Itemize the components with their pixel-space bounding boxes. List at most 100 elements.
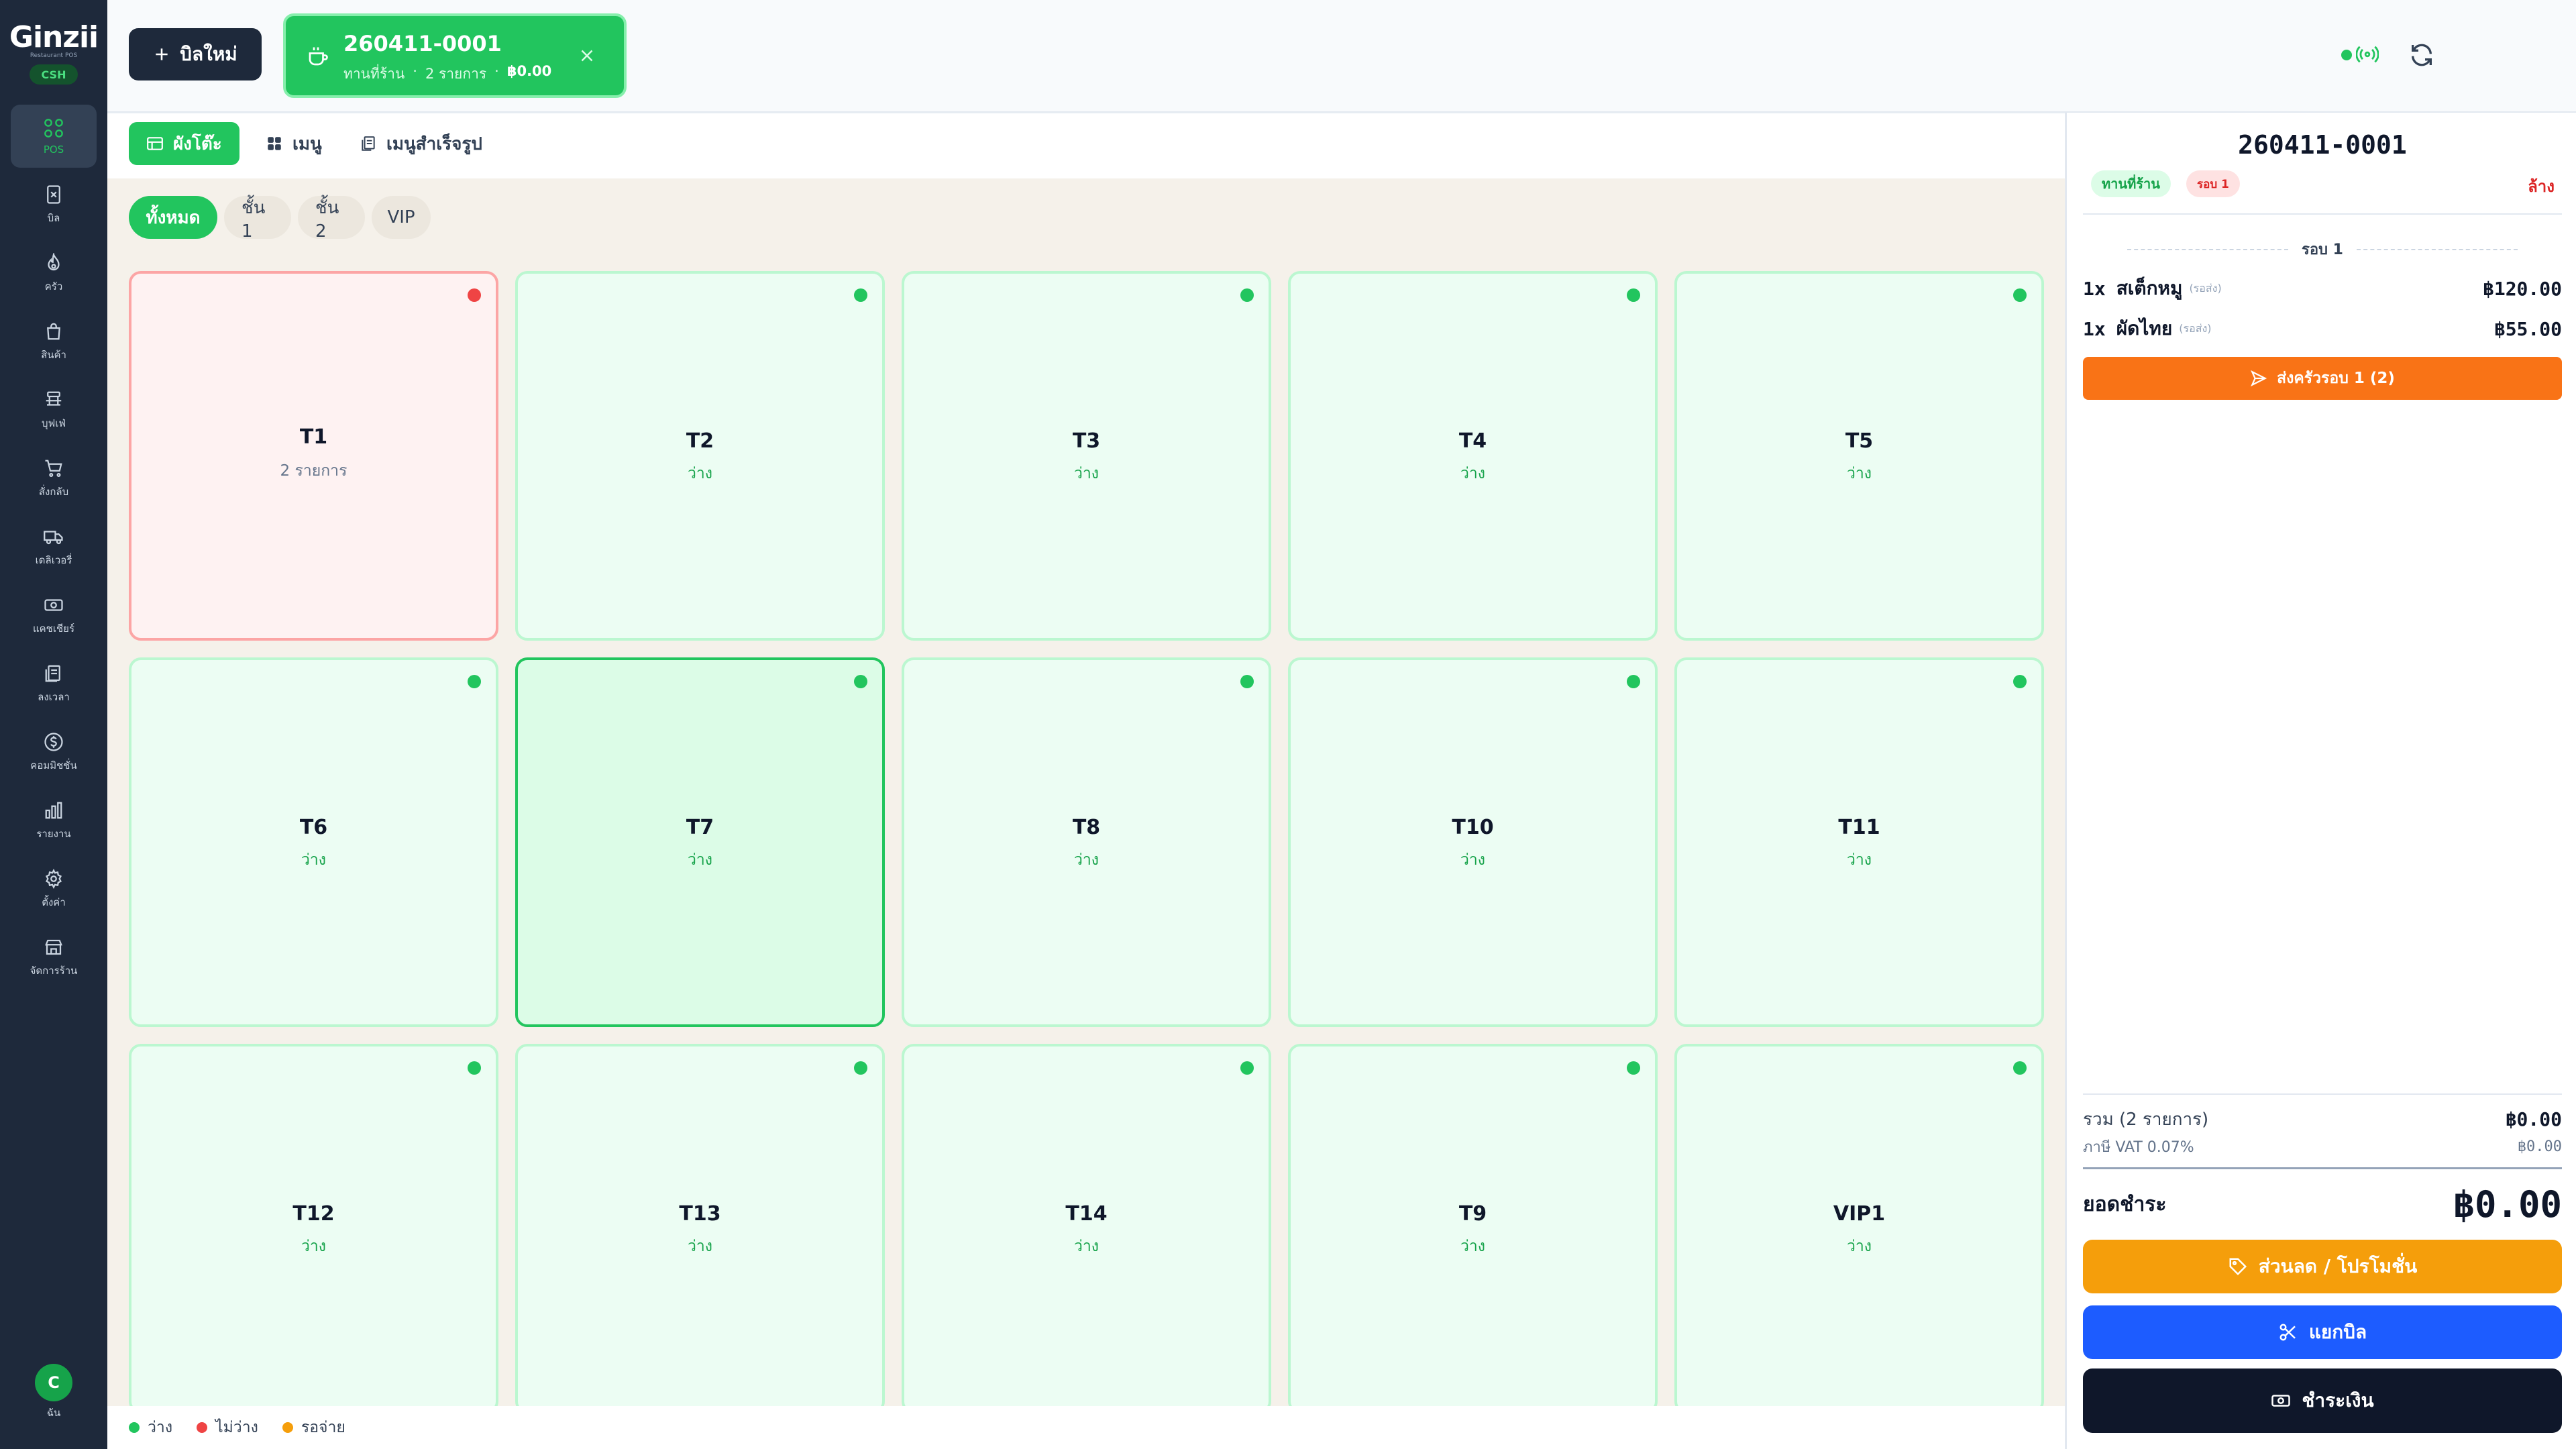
legend-item-busy: ไม่ว่าง [197, 1415, 258, 1440]
sidebar-item-kitchen[interactable]: ครัว [11, 241, 97, 305]
receipt-icon [42, 183, 65, 206]
sidebar-item-delivery[interactable]: เดลิเวอรี่ [11, 515, 97, 578]
table-status: ว่าง [687, 851, 713, 869]
legend-item-awaiting-payment: รอจ่าย [282, 1415, 345, 1440]
gear-icon [42, 867, 65, 890]
table-status-dot [468, 675, 481, 688]
active-bill-tab[interactable]: 260411-0001 ทานที่ร้าน · 2 รายการ · ฿0.0… [283, 13, 627, 98]
table-card-t7[interactable]: T7 ว่าง [515, 657, 885, 1027]
sidebar-item-buffet[interactable]: บุฟเฟ่ [11, 378, 97, 441]
tab-label: ผังโต๊ะ [173, 133, 222, 154]
item-qty: 1x [2083, 277, 2106, 300]
table-status: 2 รายการ [280, 462, 347, 480]
pay-button[interactable]: ชำระเงิน [2083, 1368, 2562, 1433]
role-badge: CSH [30, 64, 78, 85]
refresh-icon[interactable] [2408, 42, 2435, 68]
sidebar-item-reports[interactable]: รายงาน [11, 789, 97, 852]
discount-button[interactable]: ส่วนลด / โปรโมชั่น [2083, 1240, 2562, 1293]
sidebar-item-cashier[interactable]: แคชเชียร์ [11, 584, 97, 647]
sidebar-item-label: แคชเชียร์ [32, 623, 75, 635]
sidebar-item-label: สั่งกลับ [38, 486, 69, 498]
sidebar-item-store[interactable]: จัดการร้าน [11, 926, 97, 989]
zone-floor-2[interactable]: ชั้น 2 [298, 196, 365, 241]
divider [2083, 213, 2562, 215]
item-qty: 1x [2083, 317, 2106, 340]
table-card-t13[interactable]: T13 ว่าง [515, 1044, 885, 1413]
table-name: T2 [686, 429, 714, 453]
cart-icon [42, 457, 65, 480]
status-legend: ว่าง ไม่ว่าง รอจ่าย [107, 1406, 2065, 1449]
discount-label: ส่วนลด / โปรโมชั่น [2258, 1255, 2418, 1277]
subtotal-label: รวม (2 รายการ) [2083, 1110, 2209, 1130]
zone-floor-1[interactable]: ชั้น 1 [224, 196, 291, 241]
table-name: T12 [292, 1202, 335, 1226]
subtotal-row: รวม (2 รายการ) ฿0.00 [2083, 1106, 2562, 1133]
table-status-dot [1627, 288, 1640, 302]
item-status: (รอส่ง) [2179, 321, 2212, 335]
item-price: ฿120.00 [2482, 277, 2562, 300]
table-card-t3[interactable]: T3 ว่าง [902, 271, 1271, 641]
sidebar-item-commission[interactable]: คอมมิชชั่น [11, 720, 97, 784]
table-card-t12[interactable]: T12 ว่าง [129, 1044, 498, 1413]
table-card-t8[interactable]: T8 ว่าง [902, 657, 1271, 1027]
zone-vip[interactable]: VIP [372, 196, 431, 239]
zone-all[interactable]: ทั้งหมด [129, 196, 217, 239]
new-bill-label: บิลใหม่ [180, 43, 237, 65]
table-name: T13 [679, 1202, 721, 1226]
table-card-t1[interactable]: T1 2 รายการ [129, 271, 498, 641]
clear-bill-button[interactable]: ล้าง [2528, 173, 2555, 199]
active-bill-amount: ฿0.00 [506, 63, 552, 79]
meta-separator: · [494, 63, 499, 79]
send-to-kitchen-button[interactable]: ส่งครัวรอบ 1 (2) [2083, 357, 2562, 400]
buffet-icon [42, 388, 65, 411]
table-status: ว่าง [1846, 465, 1872, 482]
sidebar-item-takeaway[interactable]: สั่งกลับ [11, 447, 97, 510]
dollar-icon [42, 731, 65, 753]
table-card-t11[interactable]: T11 ว่าง [1674, 657, 2044, 1027]
table-card-t5[interactable]: T5 ว่าง [1674, 271, 2044, 641]
plus-icon [156, 48, 168, 60]
table-card-t10[interactable]: T10 ว่าง [1288, 657, 1658, 1027]
send-icon [2251, 370, 2267, 387]
subtotal-value: ฿0.00 [2505, 1108, 2562, 1130]
table-card-vip1[interactable]: VIP1 ว่าง [1674, 1044, 2044, 1413]
avatar[interactable]: C [35, 1364, 72, 1401]
close-icon[interactable] [577, 46, 597, 66]
clipboard-icon [42, 662, 65, 685]
table-status-dot [2013, 1061, 2027, 1075]
tab-floor-plan[interactable]: ผังโต๊ะ [129, 122, 239, 165]
tab-menu[interactable]: เมนู [248, 122, 339, 165]
item-name: สเต็กหมู [2116, 277, 2183, 299]
table-status: ว่าง [1073, 1238, 1099, 1255]
sidebar-item-pos[interactable]: POS [11, 105, 97, 168]
new-bill-button[interactable]: บิลใหม่ [129, 28, 262, 80]
sidebar-item-timeclock[interactable]: ลงเวลา [11, 652, 97, 715]
split-bill-button[interactable]: แยกบิล [2083, 1305, 2562, 1359]
app-logo: Ginzii [9, 20, 99, 54]
round-header: รอบ 1 [2067, 237, 2576, 261]
round-badge: รอบ 1 [2186, 170, 2240, 197]
order-item[interactable]: 1x สเต็กหมู (รอส่ง) ฿120.00 [2083, 275, 2562, 302]
table-card-t4[interactable]: T4 ว่าง [1288, 271, 1658, 641]
tab-ready-menu[interactable]: เมนูสำเร็จรูป [342, 122, 500, 165]
table-card-t6[interactable]: T6 ว่าง [129, 657, 498, 1027]
active-bill-count: 2 รายการ [425, 66, 487, 82]
sidebar-item-bills[interactable]: บิล [11, 173, 97, 236]
table-status: ว่าง [1846, 1238, 1872, 1255]
sidebar-item-settings[interactable]: ตั้งค่า [11, 857, 97, 920]
table-status: ว่าง [301, 851, 327, 869]
table-name: T6 [299, 816, 328, 839]
sidebar-item-label: ครัว [44, 280, 63, 292]
tab-label: เมนู [292, 133, 322, 154]
table-status: ว่าง [1846, 851, 1872, 869]
table-card-t14[interactable]: T14 ว่าง [902, 1044, 1271, 1413]
table-card-t9[interactable]: T9 ว่าง [1288, 1044, 1658, 1413]
sidebar-item-products[interactable]: สินค้า [11, 310, 97, 373]
table-status-dot [1240, 1061, 1254, 1075]
table-card-t2[interactable]: T2 ว่าง [515, 271, 885, 641]
order-item[interactable]: 1x ผัดไทย (รอส่ง) ฿55.00 [2083, 315, 2562, 342]
table-status-dot [854, 675, 867, 688]
table-status-dot [1627, 1061, 1640, 1075]
table-status-dot [1627, 675, 1640, 688]
table-name: T8 [1072, 816, 1101, 839]
